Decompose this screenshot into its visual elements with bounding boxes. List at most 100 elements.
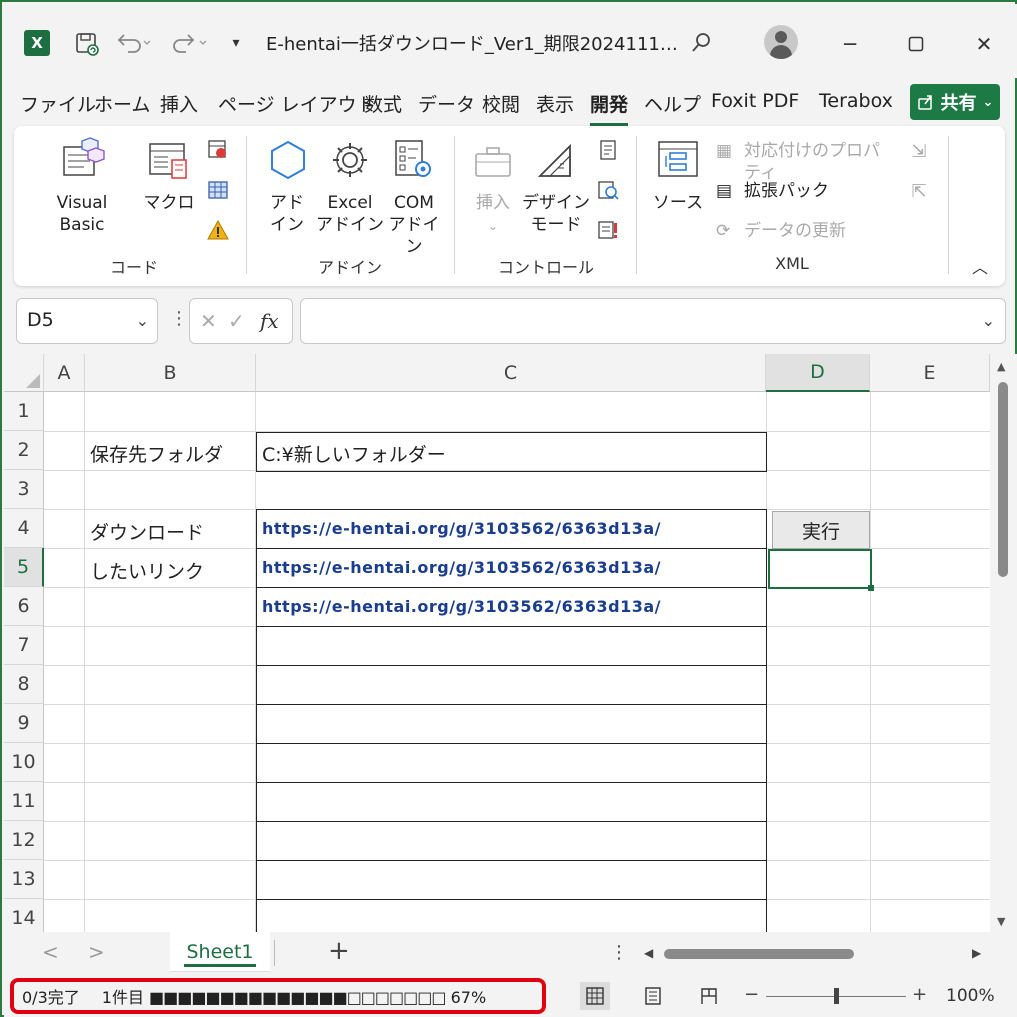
cell-c5[interactable]: https://e-hentai.org/g/3103562/6363d13a/ bbox=[256, 548, 767, 588]
tab-developer[interactable]: 開発 bbox=[590, 90, 629, 126]
row-header-13[interactable]: 13 bbox=[4, 860, 44, 899]
visual-basic-button[interactable]: Visual Basic bbox=[32, 192, 132, 236]
column-header-b[interactable]: B bbox=[85, 354, 256, 392]
row-header-12[interactable]: 12 bbox=[4, 821, 44, 860]
customize-qat-icon[interactable]: ▾ bbox=[226, 31, 246, 55]
scroll-left-icon[interactable]: ◀ bbox=[644, 946, 653, 960]
tab-home[interactable]: ホーム bbox=[94, 90, 150, 120]
name-box[interactable]: D5 ⌄ bbox=[16, 298, 158, 344]
row-header-2[interactable]: 2 bbox=[4, 431, 44, 470]
cell-b5[interactable]: したいリンク bbox=[90, 557, 204, 584]
account-avatar-icon[interactable] bbox=[764, 25, 798, 59]
search-icon[interactable] bbox=[684, 26, 718, 60]
tab-page-layout[interactable]: ページ レイアウト bbox=[218, 90, 376, 120]
normal-view-icon[interactable] bbox=[580, 982, 610, 1010]
cell-c12[interactable] bbox=[256, 821, 767, 861]
page-layout-view-icon[interactable] bbox=[638, 982, 668, 1010]
export-icon[interactable]: ⇱ bbox=[904, 176, 934, 206]
row-header-1[interactable]: 1 bbox=[4, 392, 44, 431]
refresh-data-button[interactable]: ⟳ データの更新 bbox=[714, 220, 854, 242]
map-properties-button[interactable]: ▦ 対応付けのプロパティ bbox=[714, 140, 894, 184]
row-header-8[interactable]: 8 bbox=[4, 665, 44, 704]
column-header-d[interactable]: D bbox=[766, 354, 870, 392]
row-header-11[interactable]: 11 bbox=[4, 782, 44, 821]
row-header-3[interactable]: 3 bbox=[4, 470, 44, 509]
row-header-5[interactable]: 5 bbox=[4, 548, 44, 587]
cell-c6[interactable]: https://e-hentai.org/g/3103562/6363d13a/ bbox=[256, 587, 767, 627]
row-header-4[interactable]: 4 bbox=[4, 509, 44, 548]
active-cell-d5[interactable] bbox=[768, 549, 874, 591]
tab-view[interactable]: 表示 bbox=[536, 90, 574, 120]
column-header-c[interactable]: C bbox=[256, 354, 766, 392]
select-all-corner[interactable] bbox=[4, 354, 44, 392]
insert-control-button[interactable]: 挿入 ⌄ bbox=[466, 192, 520, 237]
zoom-level[interactable]: 100% bbox=[946, 986, 995, 1006]
page-break-preview-icon[interactable] bbox=[694, 982, 724, 1010]
tab-data[interactable]: データ bbox=[418, 90, 475, 120]
import-icon[interactable]: ⇲ bbox=[904, 136, 934, 166]
zoom-slider-thumb[interactable] bbox=[834, 988, 839, 1004]
add-sheet-icon[interactable]: + bbox=[328, 936, 350, 966]
tab-help[interactable]: ヘルプ bbox=[644, 90, 701, 120]
record-macro-icon[interactable] bbox=[204, 136, 232, 164]
expansion-pack-button[interactable]: ▤ 拡張パック bbox=[714, 180, 834, 202]
macro-button[interactable]: マクロ bbox=[142, 192, 196, 214]
vertical-scrollbar[interactable]: ▲ ▼ bbox=[990, 354, 1017, 932]
cancel-icon[interactable]: ✕ bbox=[200, 309, 217, 333]
sheet-tab-sheet1[interactable]: Sheet1 bbox=[170, 932, 270, 972]
tab-review[interactable]: 校閲 bbox=[482, 90, 520, 120]
sheet-nav-next-icon[interactable]: > bbox=[88, 940, 105, 964]
properties-icon[interactable] bbox=[594, 136, 622, 164]
design-mode-button[interactable]: デザイン モード bbox=[522, 192, 590, 236]
scroll-up-icon[interactable]: ▲ bbox=[997, 360, 1005, 373]
macro-security-icon[interactable] bbox=[204, 216, 232, 244]
collapse-ribbon-icon[interactable]: ︿ bbox=[972, 254, 988, 278]
com-addin-button[interactable]: COM アドイン bbox=[382, 192, 446, 258]
close-icon[interactable]: ✕ bbox=[964, 24, 1004, 64]
more-sheets-icon[interactable]: ⋮ bbox=[610, 942, 628, 963]
row-header-14[interactable]: 14 bbox=[4, 899, 44, 932]
view-code-icon[interactable] bbox=[594, 176, 622, 204]
run-dialog-icon[interactable] bbox=[594, 216, 622, 244]
cell-b2[interactable]: 保存先フォルダ bbox=[90, 440, 223, 467]
undo-icon[interactable] bbox=[112, 28, 156, 58]
horizontal-scroll-thumb[interactable] bbox=[664, 949, 854, 959]
tab-formulas[interactable]: 数式 bbox=[364, 90, 402, 120]
row-header-10[interactable]: 10 bbox=[4, 743, 44, 782]
tab-file[interactable]: ファイル bbox=[20, 90, 96, 120]
excel-addin-button[interactable]: Excel アドイン bbox=[316, 192, 384, 236]
enter-icon[interactable]: ✓ bbox=[228, 309, 245, 333]
scroll-right-icon[interactable]: ▶ bbox=[972, 946, 981, 960]
row-header-6[interactable]: 6 bbox=[4, 587, 44, 626]
cell-c10[interactable] bbox=[256, 743, 767, 783]
share-button[interactable]: 共有 ⌄ bbox=[910, 84, 1000, 120]
scroll-down-icon[interactable]: ▼ bbox=[997, 915, 1005, 928]
more-options-icon[interactable]: ⋮ bbox=[170, 308, 188, 329]
tab-insert[interactable]: 挿入 bbox=[160, 90, 198, 120]
sheet-nav-prev-icon[interactable]: < bbox=[42, 940, 59, 964]
cell-c8[interactable] bbox=[256, 665, 767, 705]
formula-input[interactable]: ⌄ bbox=[300, 298, 1006, 344]
addin-button[interactable]: アド イン bbox=[262, 192, 312, 236]
cell-b4[interactable]: ダウンロード bbox=[90, 518, 204, 545]
cell-c11[interactable] bbox=[256, 782, 767, 822]
relative-reference-icon[interactable] bbox=[204, 176, 232, 204]
maximize-icon[interactable] bbox=[896, 24, 936, 64]
insert-function-icon[interactable]: fx bbox=[260, 309, 279, 333]
cell-c7[interactable] bbox=[256, 626, 767, 666]
zoom-in-button[interactable]: + bbox=[912, 984, 927, 1005]
column-header-a[interactable]: A bbox=[44, 354, 85, 392]
minimize-icon[interactable]: ─ bbox=[830, 24, 870, 64]
cell-c14[interactable] bbox=[256, 899, 767, 932]
cell-c4[interactable]: https://e-hentai.org/g/3103562/6363d13a/ bbox=[256, 509, 767, 549]
row-header-9[interactable]: 9 bbox=[4, 704, 44, 743]
save-icon[interactable] bbox=[72, 30, 102, 58]
xml-source-button[interactable]: ソース bbox=[648, 192, 708, 214]
cell-c2[interactable]: C:¥新しいフォルダー bbox=[256, 432, 767, 472]
column-header-e[interactable]: E bbox=[870, 354, 990, 392]
tab-foxit-pdf[interactable]: Foxit PDF bbox=[711, 90, 799, 120]
cell-c9[interactable] bbox=[256, 704, 767, 744]
execute-button[interactable]: 実行 bbox=[772, 511, 870, 549]
zoom-out-button[interactable]: − bbox=[744, 984, 759, 1005]
row-header-7[interactable]: 7 bbox=[4, 626, 44, 665]
